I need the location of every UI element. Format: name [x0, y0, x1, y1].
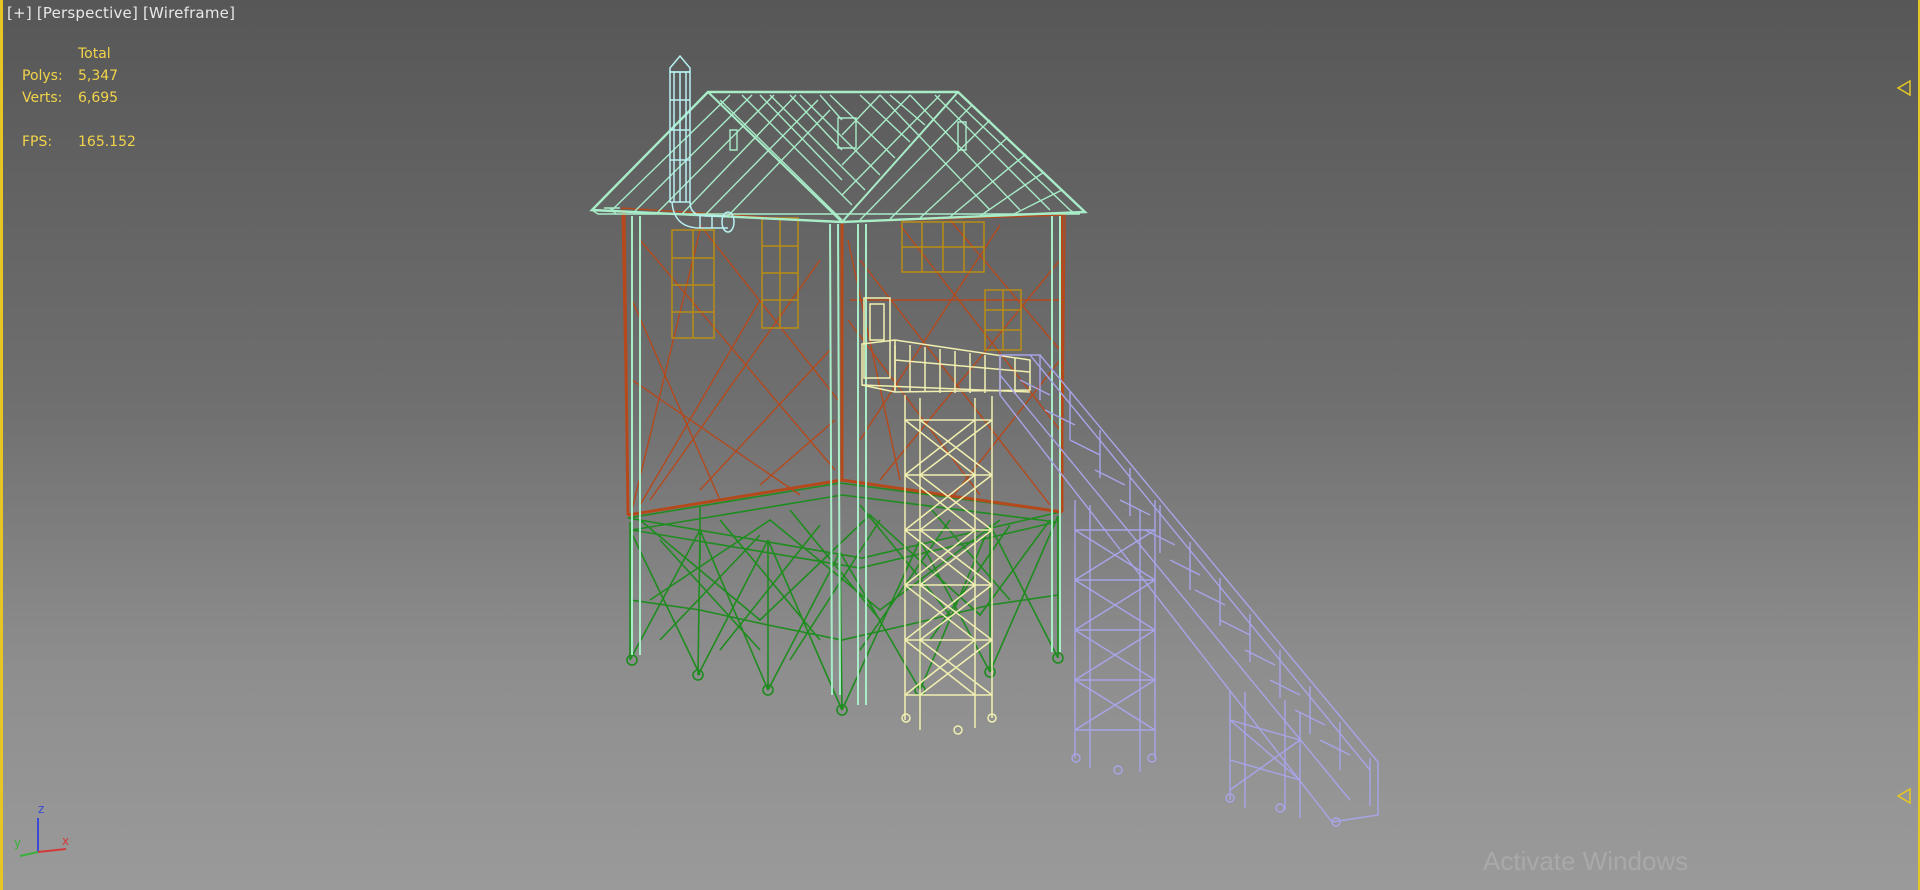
base-scaffold — [626, 482, 1064, 716]
axis-y-label: y — [14, 836, 22, 850]
axis-x-label: x — [62, 834, 70, 848]
axis-z-label: z — [38, 802, 45, 816]
axis-gizmo: z y x — [10, 800, 80, 860]
viewport-marker-top — [1896, 79, 1912, 100]
house-windows — [671, 217, 1022, 351]
activate-windows-watermark: Activate Windows — [1483, 846, 1689, 876]
house-roof — [589, 90, 1088, 705]
house-walls — [621, 207, 1066, 517]
viewport-marker-bottom — [1896, 787, 1912, 808]
wireframe-scene[interactable] — [0, 0, 1920, 890]
perspective-viewport[interactable]: [+] [Perspective] [Wireframe] Total Poly… — [0, 0, 1920, 890]
